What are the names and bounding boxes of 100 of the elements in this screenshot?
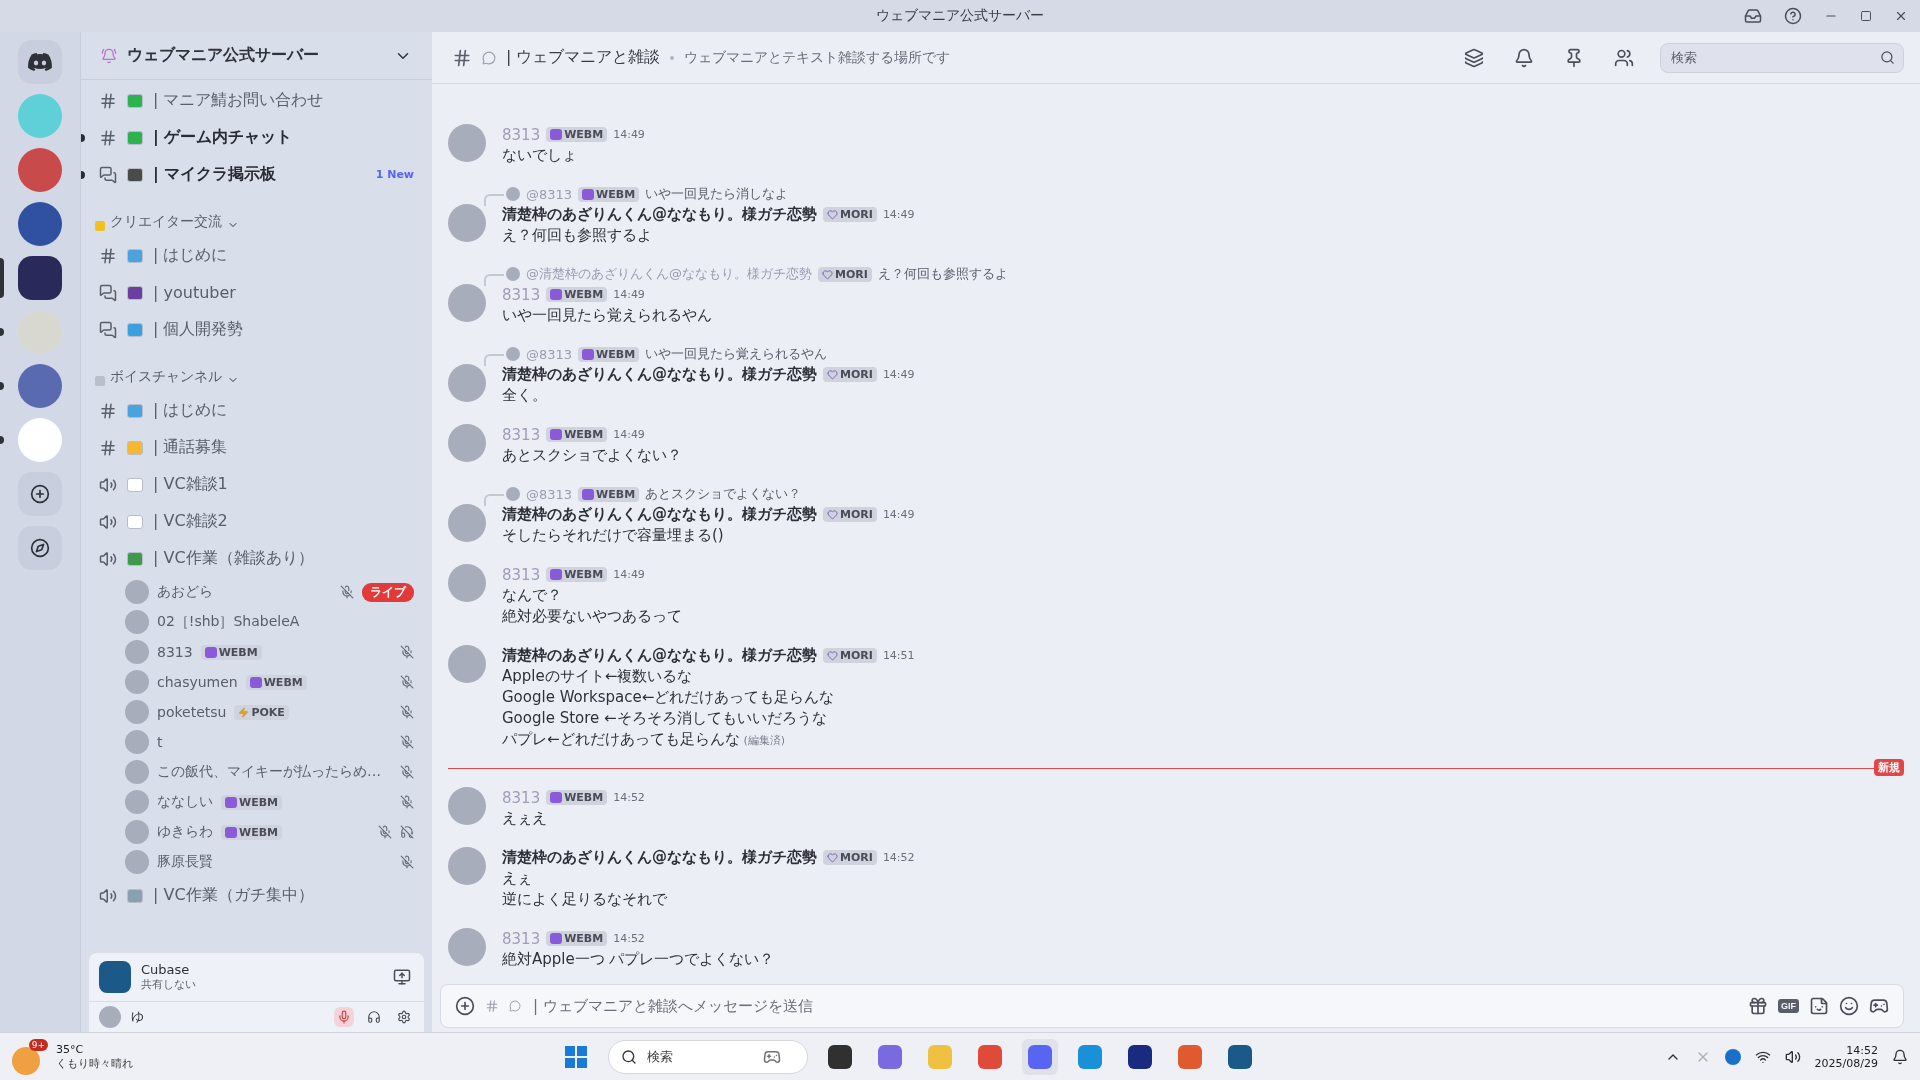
server-name[interactable]: ウェブマニア公式サーバー <box>127 45 384 66</box>
server-icon[interactable] <box>18 256 62 300</box>
search-box[interactable]: 検索 <box>1660 42 1904 73</box>
user-name[interactable]: ゆ <box>131 1008 144 1026</box>
compass-icon <box>30 538 50 558</box>
user-name[interactable]: chasyumen <box>157 674 238 690</box>
channel-name[interactable]: | マイクラ掲示板 <box>153 164 366 185</box>
add-server-button[interactable] <box>18 472 62 516</box>
gamepad-icon[interactable] <box>1869 996 1889 1016</box>
new-count-label: 1 New <box>375 168 414 181</box>
role-tag: WEBM <box>546 127 608 142</box>
channel-name[interactable]: | 個人開発勢 <box>153 319 414 340</box>
category-name[interactable]: ボイスチャンネル <box>110 368 222 386</box>
reply-text[interactable]: いや一回見たら覚えられるやん <box>645 345 828 363</box>
channel-name[interactable]: | はじめに <box>153 245 414 266</box>
heart-icon <box>827 369 838 380</box>
cat-icon <box>582 488 595 500</box>
volume-icon[interactable] <box>1784 1048 1801 1065</box>
user-avatar <box>125 670 149 694</box>
notification-badge: 9+ <box>28 1038 48 1051</box>
message-author[interactable]: 清楚枠のあざりんくん@ななもり。様ガチ恋勢 <box>502 848 817 867</box>
forum-icon <box>99 320 117 339</box>
role-tag: MORI <box>823 507 877 522</box>
user-name[interactable]: あおどら <box>157 583 213 601</box>
channel-name[interactable]: | youtuber <box>153 283 414 302</box>
taskbar-search-field[interactable]: 検索 <box>645 1048 756 1065</box>
channel-name[interactable]: | VC雑談1 <box>153 474 414 495</box>
mic-button[interactable] <box>334 1007 354 1027</box>
channel-name[interactable]: | VC作業（ガチ集中） <box>153 885 414 906</box>
channel-topic: ウェブマニアとテキスト雑談する場所です <box>684 48 952 67</box>
channel-name[interactable]: | はじめに <box>153 400 414 421</box>
role-tag: WEBM <box>546 790 608 805</box>
user-name[interactable]: ななしい <box>157 793 213 811</box>
live-badge: ライブ <box>362 582 414 602</box>
user-name[interactable]: ゆきらわ <box>157 823 213 841</box>
message-time: 14:49 <box>613 288 645 301</box>
threads-icon[interactable] <box>1464 47 1484 68</box>
gift-icon[interactable] <box>1748 996 1768 1016</box>
discover-button[interactable] <box>18 526 62 570</box>
help-icon[interactable] <box>1784 7 1802 25</box>
reply-text[interactable]: いや一回見たら消しなよ <box>645 185 789 203</box>
home-button[interactable] <box>18 40 62 84</box>
cat-icon <box>249 676 262 688</box>
message-time: 14:49 <box>882 508 915 521</box>
channel-name[interactable]: | VC雑談2 <box>153 511 414 532</box>
members-icon[interactable] <box>1614 47 1634 68</box>
channel-title: | ウェブマニアと雑談 <box>506 47 661 68</box>
heart-icon <box>827 650 838 661</box>
message-text: えぇ <box>502 868 532 889</box>
message-author[interactable]: 清楚枠のあざりんくん@ななもり。様ガチ恋勢 <box>502 646 817 665</box>
message-author[interactable]: 清楚枠のあざりんくん@ななもり。様ガチ恋勢 <box>502 365 817 384</box>
role-tag: WEBM <box>200 644 262 660</box>
role-tag: WEBM <box>546 287 608 302</box>
category-name[interactable]: クリエイター交流 <box>110 213 222 231</box>
user-name[interactable]: t <box>157 734 163 750</box>
weather-icon[interactable] <box>12 1046 40 1075</box>
new-messages-label: 新規 <box>1874 759 1904 776</box>
message-field[interactable]: | ウェブマニアと雑談へメッセージを送信 GIF <box>440 984 1904 1028</box>
app-icon <box>1128 1044 1153 1069</box>
maximize-icon[interactable] <box>1860 10 1872 22</box>
search-field[interactable]: 検索 <box>1669 49 1874 66</box>
add-attachment-icon[interactable] <box>455 996 475 1016</box>
pin-icon[interactable] <box>1564 47 1584 68</box>
gif-button[interactable]: GIF <box>1778 999 1799 1013</box>
bell-icon[interactable] <box>1514 47 1534 68</box>
settings-icon <box>397 1010 411 1024</box>
channel-name[interactable]: | マニア鯖お問い合わせ <box>153 90 414 111</box>
app-icon <box>1028 1044 1053 1069</box>
server-icon[interactable] <box>18 202 62 246</box>
user-name[interactable]: この飯代、マイキーが払ったらめ… <box>157 763 381 781</box>
channel-name[interactable]: | ゲーム内チャット <box>153 127 414 148</box>
channel-name[interactable]: | 通話募集 <box>153 437 414 458</box>
message-time: 14:51 <box>882 649 915 662</box>
close-icon[interactable] <box>1894 9 1908 23</box>
reply-text[interactable]: え？何回も参照するよ <box>877 265 1008 283</box>
cat-icon <box>582 348 595 360</box>
emoji-icon[interactable] <box>1839 996 1859 1016</box>
user-name[interactable]: 豚原長賢 <box>157 853 213 871</box>
speech-bubble-icon <box>482 50 496 65</box>
sticker-icon[interactable] <box>1809 996 1829 1016</box>
user-name[interactable]: poketetsu <box>157 704 227 720</box>
inbox-icon[interactable] <box>1744 7 1762 25</box>
clock[interactable]: 14:52 2025/08/29 <box>1814 1043 1878 1070</box>
mic-icon <box>337 1010 351 1024</box>
user-name[interactable]: 8313 <box>157 644 193 660</box>
taskbar-search-box[interactable]: 検索 <box>608 1039 809 1074</box>
role-tag: WEBM <box>221 794 282 810</box>
user-avatar <box>125 790 149 814</box>
app-icon <box>828 1044 853 1069</box>
message-author[interactable]: 清楚枠のあざりんくん@ななもり。様ガチ恋勢 <box>502 505 817 524</box>
speaker-icon <box>99 475 117 494</box>
message-input[interactable]: | ウェブマニアと雑談へメッセージを送信 <box>531 996 1738 1016</box>
notification-icon[interactable] <box>1892 1048 1908 1065</box>
reply-text[interactable]: あとスクショでよくない？ <box>645 485 802 503</box>
user-name[interactable]: 02［!shb］ShabeleA <box>157 613 300 631</box>
cloud-icon[interactable] <box>1724 1048 1741 1065</box>
headphones-icon <box>367 1010 381 1024</box>
message-author[interactable]: 清楚枠のあざりんくん@ななもり。様ガチ恋勢 <box>502 205 817 224</box>
forum-icon <box>99 283 117 302</box>
channel-name[interactable]: | VC作業（雑談あり） <box>153 548 414 569</box>
